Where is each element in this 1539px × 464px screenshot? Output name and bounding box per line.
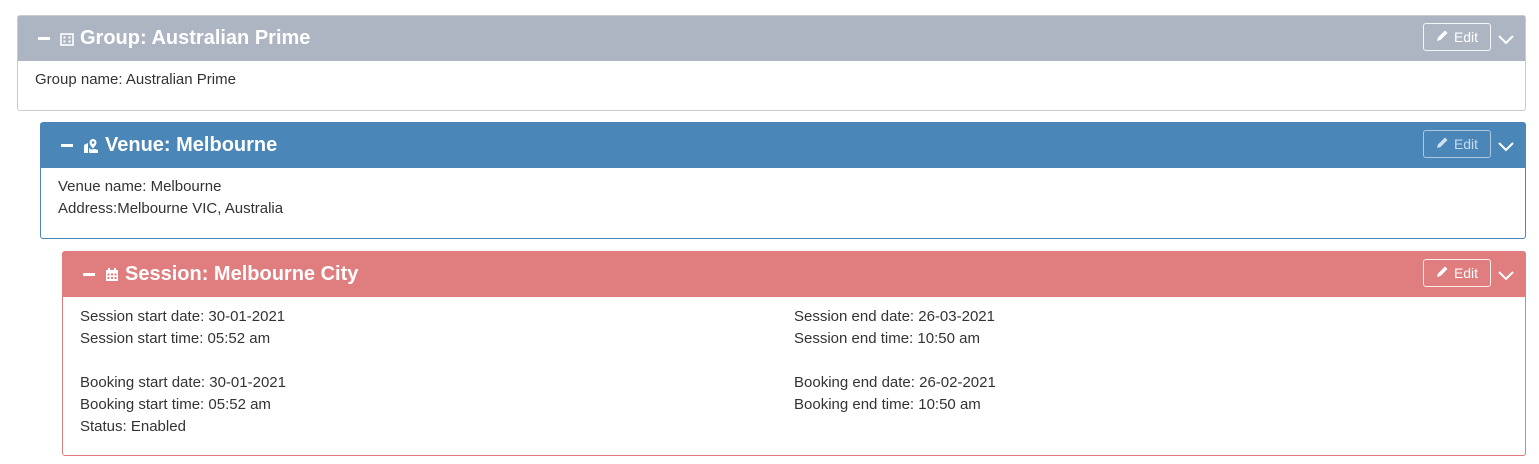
booking-end-column: Booking end date: 26-02-2021 Booking end… bbox=[794, 372, 1508, 438]
session-panel-body: Session start date: 30-01-2021 Session s… bbox=[63, 297, 1525, 446]
venue-title: Venue: Melbourne bbox=[105, 134, 278, 156]
chevron-down-icon[interactable] bbox=[1497, 30, 1515, 48]
collapse-minus-icon[interactable] bbox=[83, 273, 95, 276]
chevron-down-icon[interactable] bbox=[1497, 266, 1515, 284]
group-edit-button[interactable]: Edit bbox=[1423, 23, 1491, 51]
map-marker-icon bbox=[83, 138, 99, 154]
group-name-line: Group name: Australian Prime bbox=[35, 71, 236, 88]
booking-dates-row: Booking start date: 30-01-2021 Booking s… bbox=[80, 372, 1508, 438]
venue-edit-button[interactable]: Edit bbox=[1423, 130, 1491, 158]
group-panel-header[interactable]: Group: Australian Prime Edit bbox=[18, 16, 1525, 61]
pencil-icon bbox=[1436, 29, 1454, 45]
session-panel-header[interactable]: Session: Melbourne City Edit bbox=[63, 252, 1525, 297]
edit-label: Edit bbox=[1453, 136, 1479, 152]
booking-end-date: Booking end date: 26-02-2021 bbox=[794, 374, 996, 391]
venue-panel: Venue: Melbourne Edit Venue name: Melbou… bbox=[40, 122, 1526, 239]
session-end-date: Session end date: 26-03-2021 bbox=[794, 308, 995, 325]
booking-start-column: Booking start date: 30-01-2021 Booking s… bbox=[80, 372, 794, 438]
venue-name-line: Venue name: Melbourne bbox=[58, 178, 222, 195]
building-icon bbox=[60, 32, 74, 46]
session-end-time: Session end time: 10:50 am bbox=[794, 330, 980, 347]
chevron-down-icon[interactable] bbox=[1497, 137, 1515, 155]
collapse-minus-icon[interactable] bbox=[61, 144, 73, 147]
session-edit-button[interactable]: Edit bbox=[1423, 259, 1491, 287]
session-end-column: Session end date: 26-03-2021 Session end… bbox=[794, 306, 1508, 350]
pencil-icon bbox=[1436, 136, 1454, 152]
session-status: Status: Enabled bbox=[80, 418, 186, 435]
collapse-minus-icon[interactable] bbox=[38, 37, 50, 40]
booking-start-date: Booking start date: 30-01-2021 bbox=[80, 374, 286, 391]
group-title: Group: Australian Prime bbox=[80, 27, 311, 49]
session-start-date: Session start date: 30-01-2021 bbox=[80, 308, 286, 325]
edit-label: Edit bbox=[1453, 29, 1479, 45]
session-panel: Session: Melbourne City Edit Session sta… bbox=[62, 251, 1526, 456]
venue-address-line: Address:Melbourne VIC, Australia bbox=[58, 200, 284, 217]
session-dates-row: Session start date: 30-01-2021 Session s… bbox=[80, 306, 1508, 350]
session-start-column: Session start date: 30-01-2021 Session s… bbox=[80, 306, 794, 350]
pencil-icon bbox=[1436, 265, 1454, 281]
edit-label: Edit bbox=[1453, 265, 1479, 281]
session-title: Session: Melbourne City bbox=[125, 263, 359, 285]
calendar-icon bbox=[105, 267, 119, 282]
booking-end-time: Booking end time: 10:50 am bbox=[794, 396, 981, 413]
venue-panel-header[interactable]: Venue: Melbourne Edit bbox=[41, 123, 1525, 168]
group-panel-body: Group name: Australian Prime bbox=[18, 61, 1525, 99]
session-start-time: Session start time: 05:52 am bbox=[80, 330, 271, 347]
venue-panel-body: Venue name: Melbourne Address:Melbourne … bbox=[41, 168, 1525, 228]
booking-start-time: Booking start time: 05:52 am bbox=[80, 396, 271, 413]
group-panel: Group: Australian Prime Edit Group name:… bbox=[17, 15, 1526, 111]
